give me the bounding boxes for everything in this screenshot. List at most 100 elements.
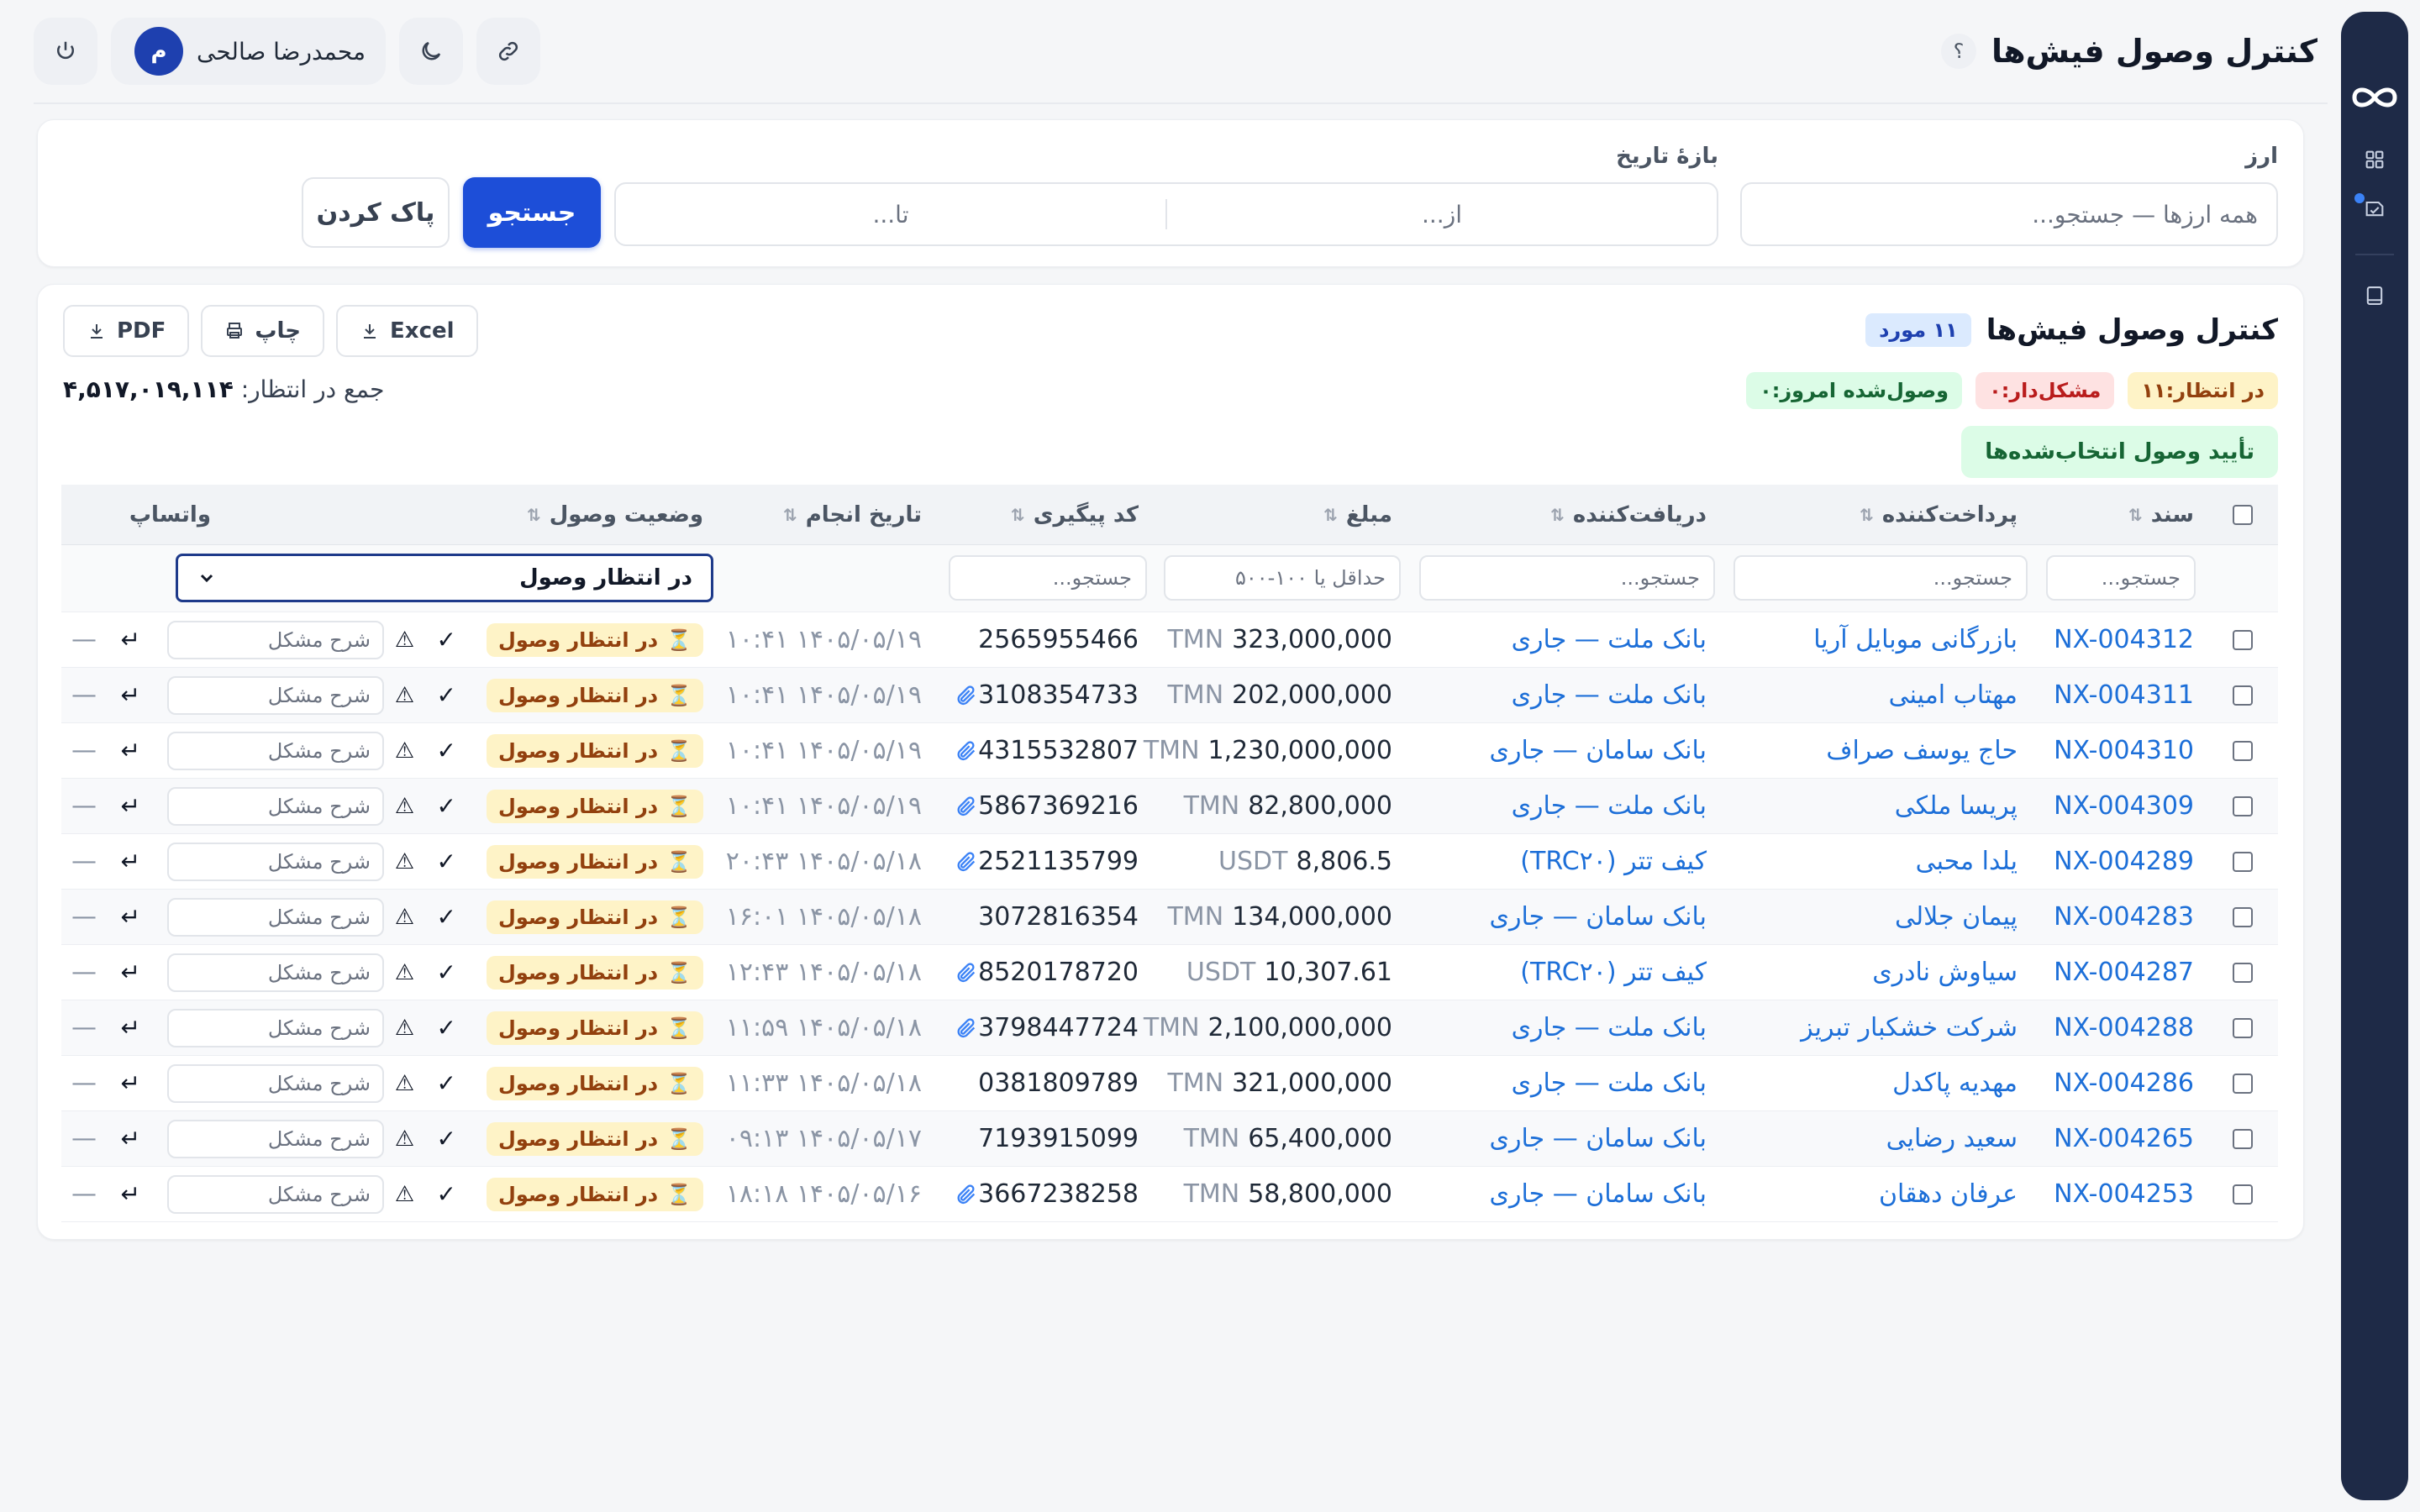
clear-button[interactable]: پاک کردن (302, 177, 450, 248)
table-row[interactable]: NX-004287 سیاوش نادری کیف تتر (TRC۲۰) 10… (61, 945, 2278, 1000)
submit-note-icon[interactable]: ↵ (121, 779, 140, 833)
submit-note-icon[interactable]: ↵ (121, 668, 140, 722)
problem-note-input[interactable]: شرح مشکل (167, 898, 384, 937)
receiver-link[interactable]: بانک سامان — جاری (1490, 1111, 1707, 1166)
tracking-filter-input[interactable]: جستجو... (949, 555, 1147, 601)
table-row[interactable]: NX-004283 پیمان جلالی بانک سامان — جاری … (61, 890, 2278, 945)
payer-link[interactable]: سعید رضایی (1886, 1111, 2018, 1166)
confirm-receipt-icon[interactable]: ✓ (437, 1167, 456, 1221)
infinity-logo-icon[interactable] (2348, 82, 2402, 113)
select-all-checkbox[interactable] (2233, 504, 2253, 525)
payer-link[interactable]: حاج یوسف صراف (1826, 723, 2018, 778)
doc-link[interactable]: NX-004265 (2054, 1111, 2194, 1166)
status-filter-select[interactable]: در انتظار وصول (176, 554, 713, 602)
confirm-receipt-icon[interactable]: ✓ (437, 890, 456, 944)
row-checkbox[interactable] (2233, 629, 2253, 650)
sidebar-item-receipts[interactable] (2354, 190, 2393, 227)
table-row[interactable]: NX-004309 پریسا ملکی بانک ملت — جاری 82,… (61, 779, 2278, 834)
submit-note-icon[interactable]: ↵ (121, 834, 140, 889)
warning-icon[interactable]: ⚠ (395, 612, 414, 667)
receiver-link[interactable]: کیف تتر (TRC۲۰) (1520, 834, 1707, 889)
table-row[interactable]: NX-004288 شرکت خشکبار تبریز بانک ملت — ج… (61, 1000, 2278, 1056)
paperclip-icon[interactable] (955, 1183, 978, 1206)
table-row[interactable]: NX-004253 عرفان دهقان بانک سامان — جاری … (61, 1167, 2278, 1222)
receiver-link[interactable]: بانک ملت — جاری (1512, 779, 1707, 833)
confirm-receipt-icon[interactable]: ✓ (437, 1056, 456, 1110)
problem-note-input[interactable]: شرح مشکل (167, 676, 384, 715)
submit-note-icon[interactable]: ↵ (121, 1056, 140, 1110)
doc-filter-input[interactable]: جستجو... (2046, 555, 2196, 601)
warning-icon[interactable]: ⚠ (395, 723, 414, 778)
payer-link[interactable]: سیاوش نادری (1872, 945, 2018, 1000)
payer-link[interactable]: مهدیه پاکدل (1892, 1056, 2018, 1110)
doc-link[interactable]: NX-004312 (2054, 612, 2194, 667)
help-button[interactable]: ؟ (1940, 34, 1976, 69)
payer-link[interactable]: پریسا ملکی (1895, 779, 2018, 833)
table-row[interactable]: NX-004312 بازرگانی موبایل آریا بانک ملت … (61, 612, 2278, 668)
problem-note-input[interactable]: شرح مشکل (167, 787, 384, 826)
date-from-input[interactable]: از... (1167, 184, 1717, 244)
doc-link[interactable]: NX-004283 (2054, 890, 2194, 944)
receiver-link[interactable]: بانک سامان — جاری (1490, 723, 1707, 778)
col-receiver-header[interactable]: دریافت‌کننده ⇅ (1550, 485, 1707, 544)
submit-note-icon[interactable]: ↵ (121, 723, 140, 778)
paperclip-icon[interactable] (955, 961, 978, 984)
row-checkbox[interactable] (2233, 851, 2253, 872)
problem-note-input[interactable]: شرح مشکل (167, 1120, 384, 1158)
print-button[interactable]: چاپ (201, 305, 325, 357)
warning-icon[interactable]: ⚠ (395, 890, 414, 944)
confirm-receipt-icon[interactable]: ✓ (437, 834, 456, 889)
pending-count-chip[interactable]: در انتظار:۱۱ (2128, 372, 2278, 409)
receiver-link[interactable]: کیف تتر (TRC۲۰) (1520, 945, 1707, 1000)
problem-note-input[interactable]: شرح مشکل (167, 843, 384, 881)
currency-search-input[interactable]: همه ارزها — جستجو... (1740, 182, 2278, 246)
warning-icon[interactable]: ⚠ (395, 1167, 414, 1221)
submit-note-icon[interactable]: ↵ (121, 890, 140, 944)
payer-filter-input[interactable]: جستجو... (1733, 555, 2028, 601)
row-checkbox[interactable] (2233, 962, 2253, 983)
doc-link[interactable]: NX-004309 (2054, 779, 2194, 833)
receiver-link[interactable]: بانک ملت — جاری (1512, 1000, 1707, 1055)
receiver-link[interactable]: بانک ملت — جاری (1512, 668, 1707, 722)
submit-note-icon[interactable]: ↵ (121, 612, 140, 667)
export-pdf-button[interactable]: PDF (63, 305, 190, 357)
warning-icon[interactable]: ⚠ (395, 945, 414, 1000)
confirm-receipt-icon[interactable]: ✓ (437, 779, 456, 833)
sidebar-item-dashboard[interactable] (2356, 141, 2393, 178)
receiver-link[interactable]: بانک سامان — جاری (1490, 890, 1707, 944)
row-checkbox[interactable] (2233, 1073, 2253, 1094)
doc-link[interactable]: NX-004288 (2054, 1000, 2194, 1055)
problem-note-input[interactable]: شرح مشکل (167, 1064, 384, 1103)
problem-note-input[interactable]: شرح مشکل (167, 621, 384, 659)
paperclip-icon[interactable] (955, 739, 978, 763)
paperclip-icon[interactable] (955, 1016, 978, 1040)
table-row[interactable]: NX-004310 حاج یوسف صراف بانک سامان — جار… (61, 723, 2278, 779)
col-doc-header[interactable]: سند ⇅ (2128, 485, 2194, 544)
submit-note-icon[interactable]: ↵ (121, 945, 140, 1000)
row-checkbox[interactable] (2233, 740, 2253, 761)
table-row[interactable]: NX-004311 مهتاب امینی بانک ملت — جاری 20… (61, 668, 2278, 723)
confirm-receipt-icon[interactable]: ✓ (437, 1111, 456, 1166)
paperclip-icon[interactable] (955, 850, 978, 874)
doc-link[interactable]: NX-004310 (2054, 723, 2194, 778)
receiver-link[interactable]: بانک ملت — جاری (1512, 1056, 1707, 1110)
table-row[interactable]: NX-004289 یلدا محبی کیف تتر (TRC۲۰) 8,80… (61, 834, 2278, 890)
payer-link[interactable]: عرفان دهقان (1879, 1167, 2018, 1221)
confirm-receipt-icon[interactable]: ✓ (437, 945, 456, 1000)
warning-icon[interactable]: ⚠ (395, 668, 414, 722)
col-payer-header[interactable]: پرداخت‌کننده ⇅ (1860, 485, 2018, 544)
receiver-link[interactable]: بانک سامان — جاری (1490, 1167, 1707, 1221)
col-tracking-header[interactable]: کد پیگیری ⇅ (1011, 485, 1139, 544)
confirm-receipt-icon[interactable]: ✓ (437, 668, 456, 722)
received-today-chip[interactable]: وصول‌شده امروز:۰ (1746, 372, 1963, 409)
warning-icon[interactable]: ⚠ (395, 834, 414, 889)
search-button[interactable]: جستجو (463, 177, 601, 248)
theme-toggle-button[interactable] (398, 18, 463, 85)
col-amount-header[interactable]: مبلغ ⇅ (1323, 485, 1392, 544)
logout-button[interactable] (34, 18, 97, 85)
confirm-selected-button[interactable]: تأیید وصول انتخاب‌شده‌ها (1961, 426, 2278, 478)
confirm-receipt-icon[interactable]: ✓ (437, 1000, 456, 1055)
doc-link[interactable]: NX-004253 (2054, 1167, 2194, 1221)
paperclip-icon[interactable] (955, 795, 978, 818)
table-row[interactable]: NX-004286 مهدیه پاکدل بانک ملت — جاری 32… (61, 1056, 2278, 1111)
